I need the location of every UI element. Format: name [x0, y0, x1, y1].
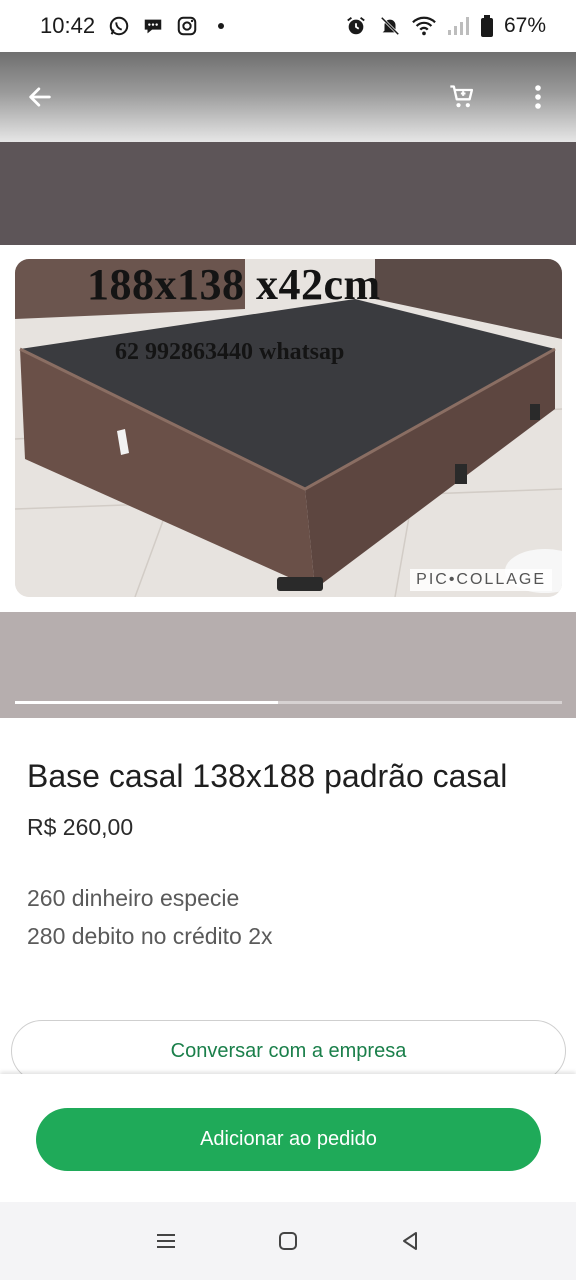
- product-details: Base casal 138x188 padrão casal R$ 260,0…: [0, 718, 576, 955]
- add-to-order-button[interactable]: Adicionar ao pedido: [36, 1108, 541, 1171]
- status-bar: 10:42 67%: [0, 0, 576, 52]
- home-button[interactable]: [268, 1221, 308, 1261]
- chat-with-business-button[interactable]: Conversar com a empresa: [11, 1020, 566, 1082]
- back-button[interactable]: [20, 77, 60, 117]
- photo-watermark: PIC•COLLAGE: [410, 569, 552, 591]
- home-icon: [279, 1232, 297, 1250]
- chat-bubble-icon: [141, 14, 165, 38]
- system-nav-bar: [0, 1202, 576, 1280]
- arrow-left-icon: [29, 87, 51, 107]
- app-bar: [0, 52, 576, 142]
- nav-back-button[interactable]: [390, 1221, 430, 1261]
- recent-apps-icon: [157, 1234, 175, 1248]
- photo-overlay-phone: 62 992863440 whatsap: [115, 339, 345, 365]
- status-right: 67%: [344, 14, 546, 38]
- product-price: R$ 260,00: [27, 814, 134, 840]
- product-description: 260 dinheiro especie 280 debito no crédi…: [27, 879, 549, 955]
- product-photo: 188x138 x42cm 62 992863440 whatsap PIC•C…: [15, 259, 562, 597]
- photo-overlay-dimensions: 188x138 x42cm: [87, 260, 381, 309]
- dot-icon: [209, 14, 233, 38]
- bottom-action-sheet: Adicionar ao pedido: [0, 1074, 576, 1202]
- product-image-carousel[interactable]: 188x138 x42cm 62 992863440 whatsap PIC•C…: [0, 52, 576, 718]
- more-vert-icon: [535, 85, 541, 109]
- battery-percent: 67%: [503, 14, 546, 37]
- carousel-progress: [15, 701, 562, 704]
- wifi-icon: [412, 14, 436, 38]
- back-icon: [403, 1232, 417, 1250]
- description-line: 260 dinheiro especie: [27, 885, 240, 911]
- whatsapp-icon: [107, 14, 131, 38]
- app-bar-actions: [444, 77, 556, 117]
- cart-icon: [450, 85, 474, 108]
- image-top-band: [0, 142, 576, 245]
- instagram-icon: [175, 14, 199, 38]
- more-options-button[interactable]: [520, 77, 556, 117]
- battery-icon: [480, 14, 494, 38]
- carousel-progress-fill: [15, 701, 278, 704]
- description-line: 280 debito no crédito 2x: [27, 923, 273, 949]
- status-left: 10:42: [40, 13, 233, 39]
- alarm-icon: [344, 14, 368, 38]
- product-title: Base casal 138x188 padrão casal: [27, 758, 508, 794]
- status-time: 10:42: [40, 13, 96, 38]
- signal-icon: [446, 14, 470, 38]
- cart-button[interactable]: [444, 77, 480, 117]
- bell-off-icon: [378, 14, 402, 38]
- recent-apps-button[interactable]: [146, 1221, 186, 1261]
